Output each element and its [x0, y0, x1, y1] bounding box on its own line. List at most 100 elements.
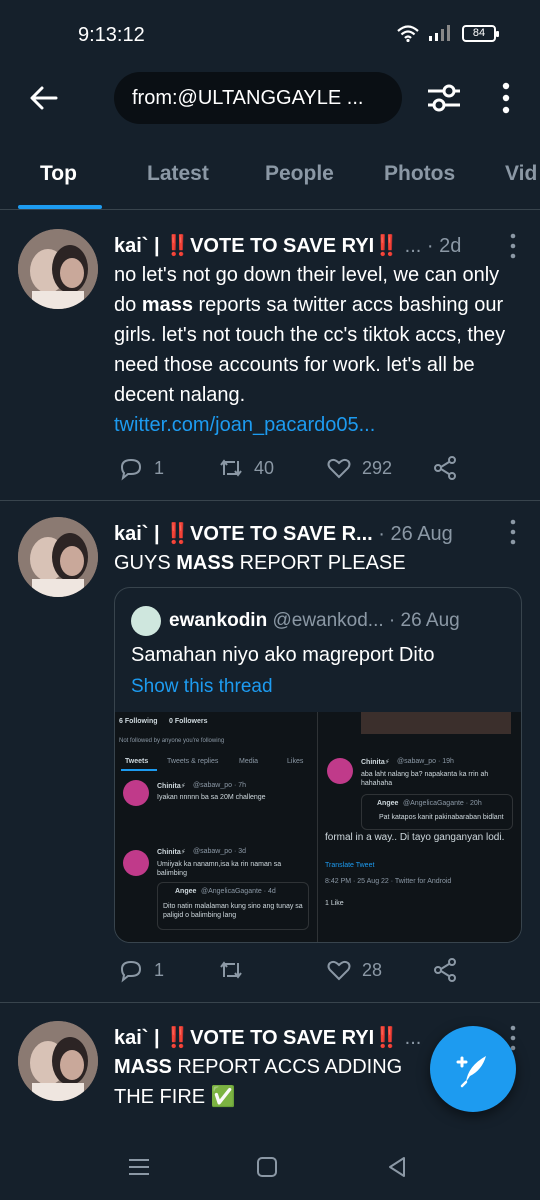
like-button[interactable]: 28: [326, 957, 382, 983]
back-triangle-icon[interactable]: [384, 1154, 410, 1180]
ss-text: Umiiyak ka nanamn,isa ka rin naman sa ba…: [157, 861, 282, 877]
ss-name: Chinita⚡: [361, 759, 390, 766]
quoted-tweet[interactable]: ewankodin @ewankod... · 26 Aug Samahan n…: [114, 587, 522, 943]
tweet-text: GUYS MASS REPORT PLEASE: [114, 548, 522, 578]
retweet-button[interactable]: 40: [218, 455, 274, 481]
search-input[interactable]: from:@ULTANGGAYLE ...: [114, 72, 402, 124]
avatar[interactable]: [18, 1021, 98, 1101]
ss-divider: [317, 712, 318, 942]
emoji: ‼️: [165, 523, 191, 545]
quoted-tweet-header: ewankodin @ewankod... · 26 Aug: [131, 606, 511, 636]
display-name-main[interactable]: VOTE TO SAVE R...: [190, 523, 373, 545]
display-name[interactable]: kai` |: [114, 523, 165, 545]
tweet-link[interactable]: twitter.com/joan_pacardo05...: [114, 414, 375, 436]
show-thread-link[interactable]: Show this thread: [131, 676, 273, 698]
system-nav-bar: [0, 1130, 540, 1200]
reply-icon: [120, 458, 142, 481]
like-button[interactable]: 292: [326, 455, 392, 481]
tab-photos[interactable]: Photos: [384, 162, 455, 186]
ss-tab: Tweets: [125, 758, 149, 765]
active-tab-indicator: [18, 205, 102, 209]
ss-name: Angee: [175, 888, 197, 895]
avatar[interactable]: [18, 229, 98, 309]
tweet-time: 2d: [439, 235, 462, 257]
ss-text: Pat katapos kanit pakinabaraban bidlant: [379, 814, 504, 821]
home-icon[interactable]: [254, 1154, 280, 1180]
share-button[interactable]: [432, 455, 458, 481]
search-header: from:@ULTANGGAYLE ...: [0, 70, 540, 130]
filter-sliders-icon[interactable]: [424, 78, 464, 118]
ss-followers: 0 Followers: [169, 718, 208, 725]
tweet-more-icon[interactable]: [508, 233, 518, 259]
status-icons: 84: [396, 24, 499, 42]
ss-avatar: [123, 850, 149, 876]
avatar-photo: [18, 517, 98, 597]
heart-icon: [327, 960, 351, 981]
ss-tab: Likes: [287, 758, 304, 765]
ss-handle: @AngelicaGagante · 20h: [403, 800, 482, 807]
tab-videos[interactable]: Vid: [505, 162, 537, 186]
tweet-text-part: REPORT ACCS ADDING: [171, 1056, 403, 1078]
ss-handle: @sabaw_po · 19h: [397, 758, 454, 765]
retweet-icon: [220, 459, 242, 477]
tweet-text-highlight: MASS: [114, 1056, 172, 1078]
tweet-header: kai` | ‼️VOTE TO SAVE R... · 26 Aug: [114, 521, 500, 546]
ss-timestamp: 8:42 PM · 25 Aug 22 · Twitter for Androi…: [325, 878, 452, 885]
tweet-text: no let's not go down their level, we can…: [114, 260, 522, 440]
ss-text-large: formal in a way.. Di tayo ganganyan lodi…: [325, 832, 505, 843]
ss-not-followed: Not followed by anyone you're following: [119, 738, 225, 744]
quoted-avatar: [131, 606, 161, 636]
battery-icon: 84: [462, 24, 499, 42]
retweet-button[interactable]: [218, 957, 254, 983]
quoted-media-screenshot[interactable]: 6 Following 0 Followers Not followed by …: [115, 712, 521, 942]
compose-tweet-button[interactable]: [430, 1026, 516, 1112]
retweet-icon: [220, 961, 242, 979]
more-vertical-icon[interactable]: [494, 80, 518, 116]
tab-latest[interactable]: Latest: [147, 162, 209, 186]
tweet-text-highlight: mass: [141, 294, 193, 316]
status-time: 9:13:12: [78, 24, 145, 46]
display-name[interactable]: kai` |: [114, 1027, 165, 1049]
emoji: ‼️: [374, 235, 400, 257]
heart-icon: [327, 458, 351, 479]
reply-count: 1: [154, 959, 165, 980]
tab-top[interactable]: Top: [40, 162, 77, 186]
reply-button[interactable]: 1: [118, 957, 164, 983]
display-name-main[interactable]: VOTE TO SAVE RYI: [190, 1027, 374, 1049]
display-name[interactable]: kai` |: [114, 235, 165, 257]
status-bar: 9:13:12 84: [0, 0, 540, 70]
ss-like-count: 1 Like: [325, 900, 344, 907]
share-icon: [434, 456, 456, 480]
display-name-main[interactable]: VOTE TO SAVE RYI: [190, 235, 374, 257]
tweet-actions: 1 40 292: [114, 455, 480, 485]
tweet-more-icon[interactable]: [508, 519, 518, 545]
ss-translate: Translate Tweet: [325, 862, 375, 869]
avatar[interactable]: [18, 517, 98, 597]
tweet[interactable]: kai` | ‼️VOTE TO SAVE R... · 26 Aug GUYS…: [0, 501, 540, 1003]
emoji: ‼️: [165, 235, 191, 257]
back-arrow-icon[interactable]: [26, 80, 62, 116]
reply-icon: [120, 960, 142, 983]
share-button[interactable]: [432, 957, 458, 983]
quoted-text: Samahan niyo ako magreport Dito: [131, 644, 435, 666]
tweet-actions: 1 28: [114, 957, 480, 987]
like-count: 292: [362, 457, 393, 478]
ss-text: Iyakan nnnnn ba sa 20M challenge: [157, 794, 266, 801]
header-separator: ·: [383, 610, 401, 632]
like-count: 28: [362, 959, 383, 980]
ss-tab-indicator: [121, 769, 157, 771]
avatar-photo: [18, 1021, 98, 1101]
tab-people[interactable]: People: [265, 162, 334, 186]
ss-handle: @AngelicaGagante · 4d: [201, 888, 276, 895]
recent-apps-icon[interactable]: [126, 1154, 152, 1180]
tweet[interactable]: kai` | ‼️VOTE TO SAVE RYI‼️ ... · 2d no …: [0, 211, 540, 501]
reply-button[interactable]: 1: [118, 455, 164, 481]
header-separator: ...: [399, 1027, 422, 1049]
tweet-time: 26 Aug: [390, 523, 453, 545]
ss-avatar: [123, 780, 149, 806]
signal-icon: [429, 25, 450, 41]
ss-tab: Tweets & replies: [167, 758, 219, 765]
tweet-text-part: GUYS: [114, 552, 177, 574]
ss-avatar: [327, 758, 353, 784]
quoted-time: 26 Aug: [400, 610, 460, 632]
